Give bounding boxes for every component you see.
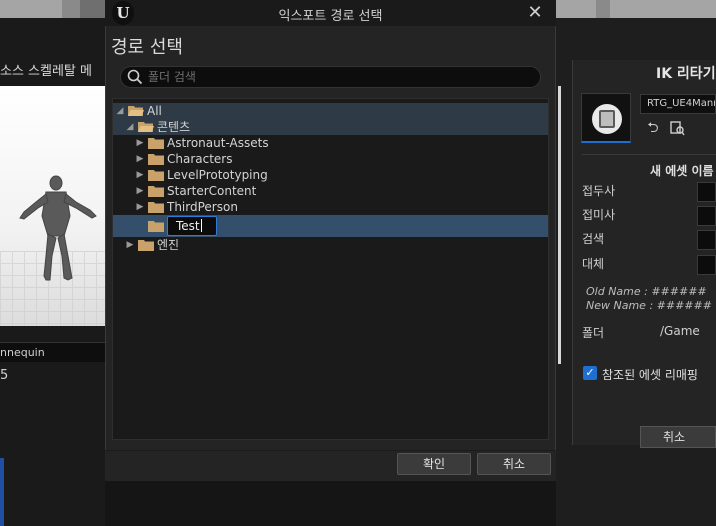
new-asset-name-heading: 새 에셋 이름 [650, 164, 714, 178]
collapsed-arrow-icon[interactable]: ▶ [135, 167, 145, 183]
expanded-arrow-icon[interactable]: ◢ [115, 103, 125, 119]
new-folder-name-input[interactable]: Test [167, 216, 217, 236]
mannequin-name-bar: nnequin [0, 342, 105, 362]
mannequin-figure [19, 175, 97, 281]
dialog-heading: 경로 선택 [111, 37, 183, 58]
tree-item-astronaut-assets[interactable]: ▶ Astronaut-Assets [135, 135, 535, 151]
expanded-arrow-icon[interactable]: ◢ [125, 119, 135, 135]
tree-item-thirdperson[interactable]: ▶ ThirdPerson [135, 199, 535, 215]
tree-item-startercontent[interactable]: ▶ StarterContent [135, 183, 535, 199]
dialog-scrollbar[interactable] [558, 86, 561, 364]
tree-item-all[interactable]: ◢ All [115, 103, 535, 119]
search-icon [127, 69, 143, 85]
browse-asset-icon[interactable] [669, 120, 685, 136]
close-icon[interactable]: ✕ [524, 2, 546, 24]
tree-item-engine[interactable]: ▶ 엔진 [125, 237, 535, 253]
folder-search-input[interactable] [148, 68, 528, 86]
tree-item-label: LevelPrototyping [167, 168, 268, 182]
source-panel-title: 소스 스켈레탈 메 [0, 64, 92, 79]
use-selected-arrow-icon[interactable]: ⮌ [645, 120, 661, 136]
collapsed-arrow-icon[interactable]: ▶ [135, 151, 145, 167]
folder-value: /Game [660, 324, 700, 338]
new-name-preview: New Name : ###### [586, 299, 712, 312]
new-folder-name-text: Test [176, 219, 200, 233]
collapsed-arrow-icon[interactable]: ▶ [135, 199, 145, 215]
collapsed-arrow-icon[interactable]: ▶ [135, 135, 145, 151]
left-panel-number: 5 [0, 368, 9, 383]
suffix-label: 접미사 [582, 208, 616, 222]
folder-icon [148, 154, 164, 165]
panel-cancel-button[interactable]: 취소 [640, 426, 716, 448]
tree-item-label: ThirdPerson [167, 200, 238, 214]
prefix-label: 접두사 [582, 184, 616, 198]
asset-thumbnail[interactable] [581, 93, 631, 143]
tree-item-label: Astronaut-Assets [167, 136, 269, 150]
retarget-asset-combo[interactable]: RTG_UE4Mann [640, 94, 716, 114]
folder-icon [148, 221, 164, 232]
search-field[interactable] [697, 230, 716, 250]
tree-item-characters[interactable]: ▶ Characters [135, 151, 535, 167]
tree-item-label: 콘텐츠 [157, 120, 191, 134]
tree-item-label: All [147, 104, 162, 118]
tree-item-label: 엔진 [157, 238, 180, 252]
old-name-preview: Old Name : ###### [586, 285, 707, 298]
folder-icon [148, 186, 164, 197]
tree-item-levelprototyping[interactable]: ▶ LevelPrototyping [135, 167, 535, 183]
tree-item-content[interactable]: ◢ 콘텐츠 [125, 119, 535, 135]
suffix-field[interactable] [697, 206, 716, 226]
folder-icon [148, 138, 164, 149]
folder-icon [138, 240, 154, 251]
replace-field[interactable] [697, 255, 716, 275]
dialog-window-title: 익스포트 경로 선택 [278, 9, 383, 24]
left-selection-indicator [0, 458, 4, 526]
text-caret [200, 219, 202, 232]
mesh-preview-viewport[interactable] [0, 86, 105, 326]
collapsed-arrow-icon[interactable]: ▶ [135, 183, 145, 199]
folder-label: 폴더 [582, 326, 605, 340]
folder-open-icon [138, 122, 154, 132]
folder-icon [148, 202, 164, 213]
cancel-button[interactable]: 취소 [477, 453, 551, 475]
confirm-button[interactable]: 확인 [397, 453, 471, 475]
divider [582, 154, 716, 155]
remap-referenced-assets-label: 참조된 에셋 리매핑 [602, 368, 698, 382]
prefix-field[interactable] [697, 182, 716, 202]
remap-referenced-assets-checkbox[interactable]: ✓ [583, 366, 597, 380]
folder-icon [148, 170, 164, 181]
ik-retargeter-title: IK 리타기 [656, 66, 716, 82]
replace-label: 대체 [582, 257, 605, 271]
search-label: 검색 [582, 232, 605, 246]
tree-item-label: Characters [167, 152, 233, 166]
tree-item-label: StarterContent [167, 184, 257, 198]
folder-open-icon [128, 106, 144, 116]
collapsed-arrow-icon[interactable]: ▶ [125, 237, 135, 253]
